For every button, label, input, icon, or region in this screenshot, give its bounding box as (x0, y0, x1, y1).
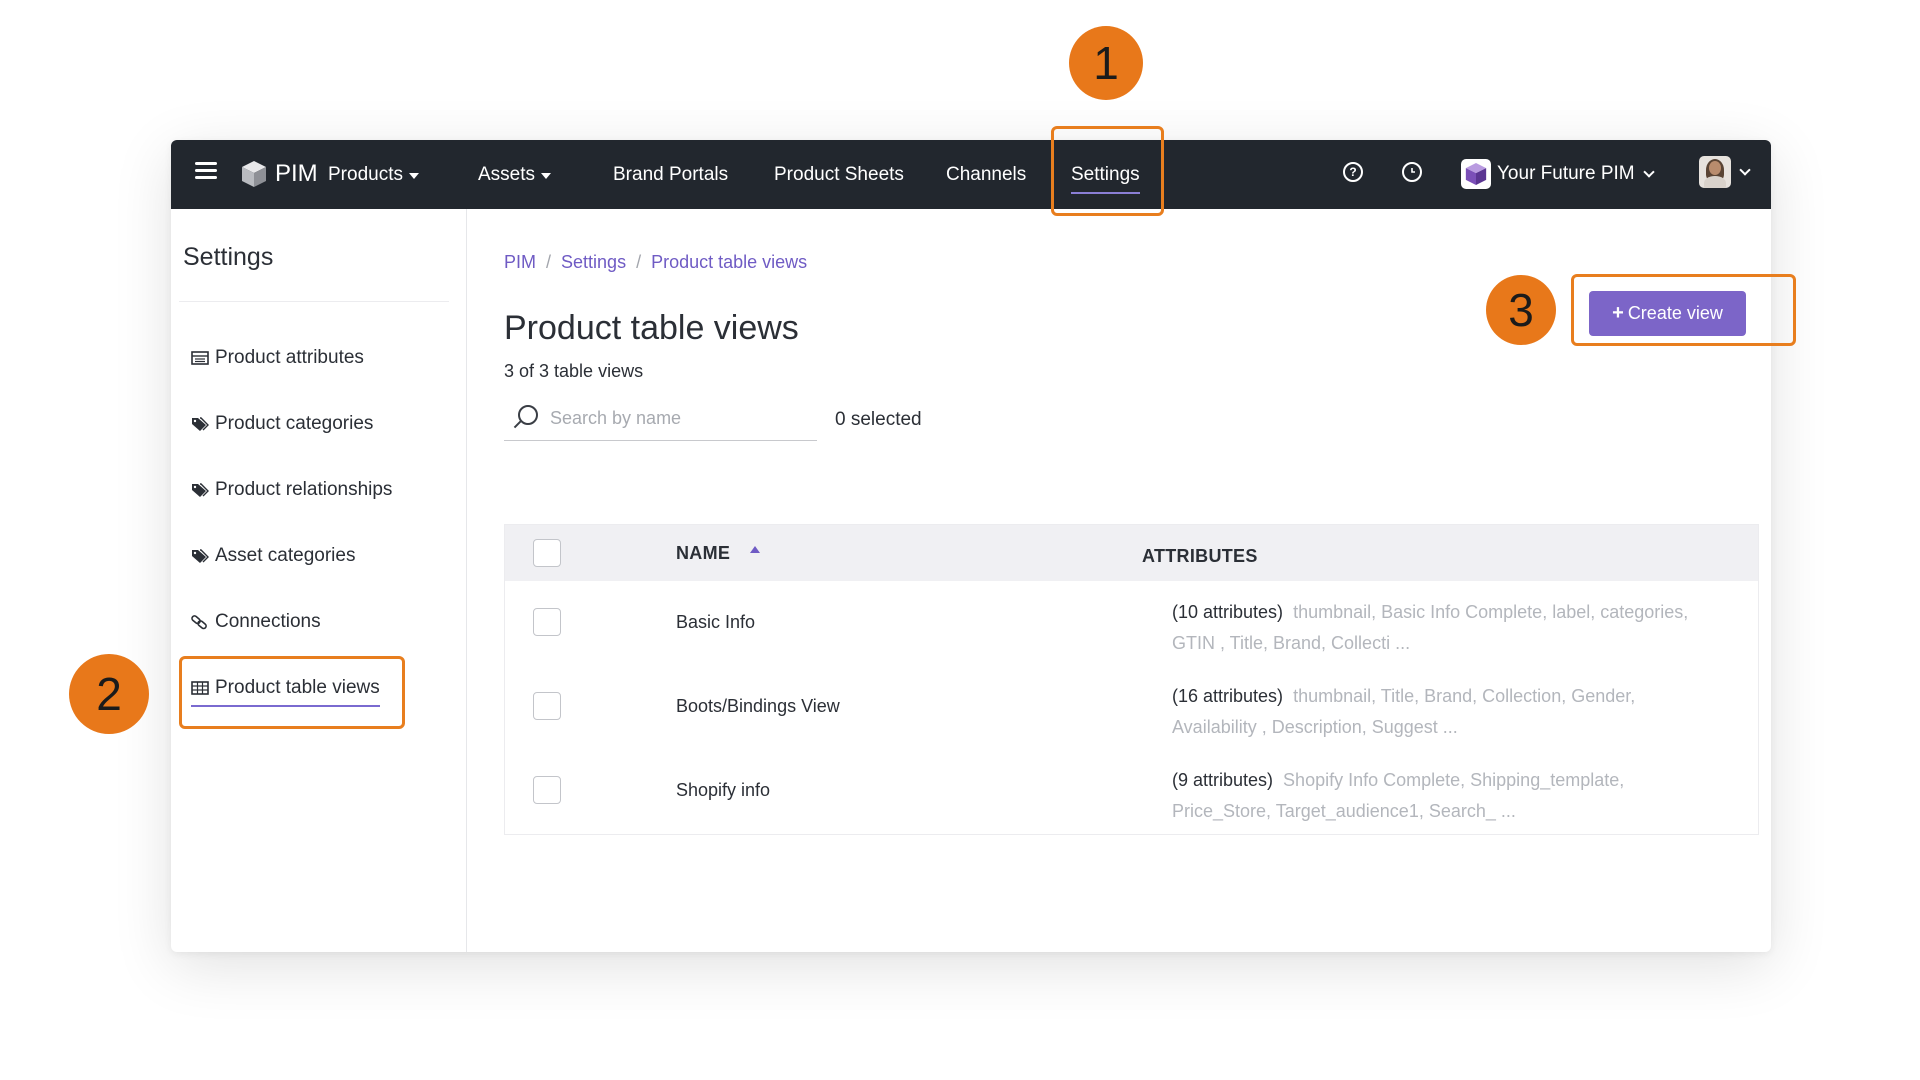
attribute-count: (16 attributes) (1172, 686, 1284, 706)
breadcrumb-pim[interactable]: PIM (504, 252, 536, 273)
breadcrumb: PIM / Settings / Product table views (504, 252, 807, 273)
step-badge-3: 3 (1486, 275, 1556, 345)
row-checkbox[interactable] (533, 692, 561, 720)
attribute-count: (9 attributes) (1172, 770, 1274, 790)
hamburger-menu-icon[interactable] (195, 162, 217, 182)
nav-channels[interactable]: Channels (946, 158, 1026, 192)
step-badge-2: 2 (69, 654, 149, 734)
table-header: NAME ATTRIBUTES (505, 525, 1758, 581)
row-attributes: (9 attributes) Shopify Info Complete, Shi… (1172, 765, 1712, 827)
row-name[interactable]: Boots/Bindings View (676, 696, 840, 717)
sort-ascending-icon[interactable] (750, 546, 760, 553)
cube-logo-icon (242, 161, 266, 187)
table-views-table: NAME ATTRIBUTES Basic Info (10 attribute… (504, 524, 1759, 835)
sidebar-item-product-table-views[interactable]: Product table views (191, 673, 380, 707)
column-header-attributes: ATTRIBUTES (1142, 546, 1258, 566)
avatar (1699, 156, 1731, 188)
create-view-label: Create view (1627, 303, 1723, 323)
nav-brand-portals[interactable]: Brand Portals (613, 158, 728, 192)
nav-settings[interactable]: Settings (1071, 158, 1140, 194)
row-attributes: (16 attributes) thumbnail, Title, Brand, … (1172, 681, 1712, 743)
table-list-icon (191, 351, 209, 365)
caret-down-icon (541, 173, 552, 179)
select-all-checkbox[interactable] (533, 539, 561, 567)
nav-channels-label: Channels (946, 164, 1027, 185)
app-window: PIM Products Assets Brand Portals Produc… (171, 140, 1771, 952)
nav-assets-label: Assets (478, 164, 536, 185)
workspace-cube-icon (1461, 159, 1491, 189)
sidebar-item-asset-categories[interactable]: Asset categories (191, 541, 355, 571)
breadcrumb-separator: / (546, 252, 552, 272)
nav-brand-portals-label: Brand Portals (613, 164, 729, 185)
row-name[interactable]: Basic Info (676, 612, 755, 633)
workspace-name: Your Future PIM (1497, 163, 1635, 184)
clock-icon[interactable] (1402, 162, 1422, 182)
create-view-button[interactable]: + Create view (1589, 291, 1746, 336)
sidebar-item-connections[interactable]: Connections (191, 607, 321, 637)
sidebar-item-label: Product relationships (215, 479, 393, 500)
sidebar-item-product-attributes[interactable]: Product attributes (191, 343, 364, 373)
column-header-name[interactable]: NAME (676, 543, 730, 564)
settings-sidebar: Settings Product attributes Product cate… (171, 209, 467, 952)
search-placeholder: Search by name (550, 407, 682, 428)
breadcrumb-settings[interactable]: Settings (561, 252, 626, 273)
sidebar-title: Settings (183, 243, 274, 271)
breadcrumb-separator: / (636, 252, 642, 272)
sidebar-item-product-categories[interactable]: Product categories (191, 409, 373, 439)
brand-logo[interactable]: PIM (241, 156, 318, 192)
row-checkbox[interactable] (533, 776, 561, 804)
main-content: PIM / Settings / Product table views Pro… (468, 209, 1771, 952)
sidebar-item-product-relationships[interactable]: Product relationships (191, 475, 392, 505)
sidebar-item-label: Product categories (215, 413, 374, 434)
search-icon (512, 405, 538, 431)
link-icon (191, 615, 207, 630)
nav-product-sheets[interactable]: Product Sheets (774, 158, 904, 192)
top-navbar: PIM Products Assets Brand Portals Produc… (171, 140, 1771, 209)
selected-count: 0 selected (835, 409, 922, 430)
tags-icon (192, 549, 209, 563)
active-underline (1071, 192, 1140, 194)
help-icon[interactable]: ? (1343, 162, 1363, 182)
chevron-down-icon (1739, 164, 1751, 176)
attribute-count: (10 attributes) (1172, 602, 1284, 622)
table-row[interactable]: Shopify info (9 attributes) Shopify Info … (505, 749, 1758, 833)
nav-assets[interactable]: Assets (478, 158, 552, 192)
breadcrumb-current: Product table views (651, 252, 808, 272)
view-count: 3 of 3 table views (504, 361, 644, 381)
nav-product-sheets-label: Product Sheets (774, 164, 904, 185)
sidebar-item-label: Asset categories (215, 545, 356, 566)
workspace-selector[interactable]: Your Future PIM (1461, 156, 1655, 192)
table-row[interactable]: Basic Info (10 attributes) thumbnail, Bas… (505, 581, 1758, 665)
table-row[interactable]: Boots/Bindings View (16 attributes) thumb… (505, 665, 1758, 749)
search-input[interactable]: Search by name (504, 396, 817, 441)
tags-icon (192, 417, 209, 431)
screenshot-stage: PIM Products Assets Brand Portals Produc… (0, 0, 1920, 1080)
sidebar-divider (179, 301, 449, 302)
row-name[interactable]: Shopify info (676, 780, 770, 801)
page-title: Product table views (504, 309, 799, 347)
user-menu[interactable] (1699, 156, 1751, 188)
sidebar-item-label: Product attributes (215, 347, 364, 368)
tags-icon (192, 483, 209, 497)
plus-icon: + (1612, 302, 1624, 324)
sidebar-item-label: Connections (215, 611, 321, 632)
row-checkbox[interactable] (533, 608, 561, 636)
clock-hands-icon (1411, 168, 1415, 173)
row-attributes: (10 attributes) thumbnail, Basic Info Com… (1172, 597, 1712, 659)
nav-products[interactable]: Products (328, 158, 419, 192)
table-icon (191, 681, 209, 695)
nav-products-label: Products (328, 164, 403, 185)
caret-down-icon (408, 173, 419, 179)
active-underline (191, 705, 380, 707)
nav-settings-label: Settings (1071, 164, 1140, 185)
brand-name: PIM (275, 160, 318, 187)
sidebar-item-label: Product table views (215, 677, 380, 698)
step-badge-1: 1 (1069, 26, 1143, 100)
chevron-down-icon (1642, 166, 1655, 178)
